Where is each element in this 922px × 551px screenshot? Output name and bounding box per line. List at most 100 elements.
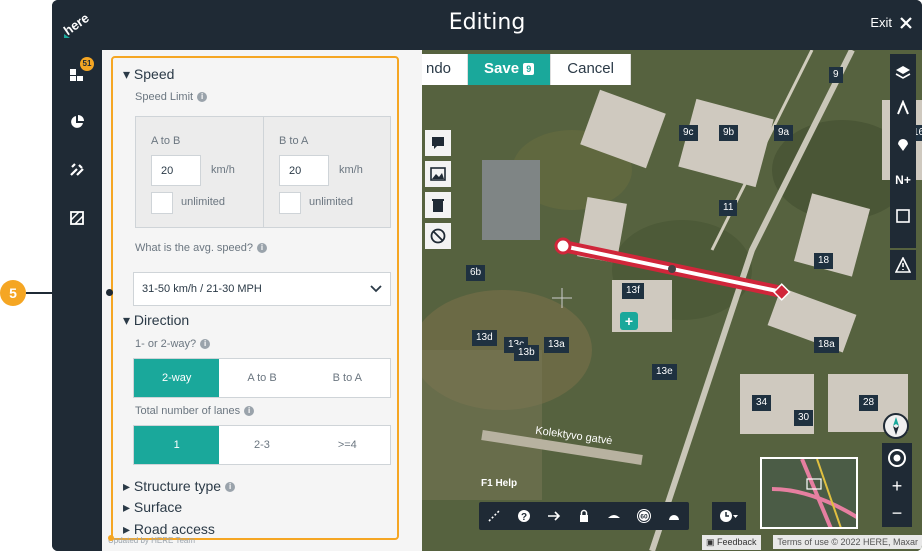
- zoom-out-button[interactable]: −: [882, 500, 912, 527]
- map-view[interactable]: 9 16a 9c 9b 9a 16 11 18 13f 13d 13c 13b …: [422, 50, 922, 551]
- info-icon: i: [257, 243, 268, 254]
- pie-chart-icon[interactable]: [69, 114, 85, 130]
- layers-button[interactable]: [890, 54, 916, 90]
- save-button[interactable]: Save 9: [468, 54, 552, 85]
- house-number: 9c: [679, 125, 698, 141]
- lanes-option-4-plus[interactable]: >=4: [305, 426, 390, 464]
- house-number: 6b: [466, 265, 486, 281]
- lock-button[interactable]: [569, 502, 599, 530]
- house-number: 9b: [719, 125, 739, 141]
- add-road-button[interactable]: [890, 90, 916, 126]
- select-area-button[interactable]: [890, 198, 916, 234]
- tools-icon[interactable]: [69, 162, 85, 178]
- speedometer-icon: [669, 515, 679, 520]
- direction-option-b-to-a[interactable]: B to A: [305, 359, 390, 397]
- direction-option-a-to-b[interactable]: A to B: [219, 359, 304, 397]
- compass-button[interactable]: [883, 413, 909, 439]
- a-to-b-unit: km/h: [211, 164, 235, 176]
- imagery-button[interactable]: [425, 161, 451, 187]
- a-to-b-unlimited-checkbox[interactable]: [151, 192, 173, 214]
- house-number: 18a: [814, 337, 839, 353]
- b-to-a-unit: km/h: [339, 164, 363, 176]
- house-number: 13e: [652, 364, 677, 380]
- b-to-a-speed-input[interactable]: 20: [279, 155, 329, 186]
- lanes-option-2-3[interactable]: 2-3: [219, 426, 304, 464]
- map-area-icon[interactable]: [69, 210, 85, 226]
- house-number: 11: [719, 200, 738, 216]
- add-address-button[interactable]: N+: [890, 162, 916, 198]
- comment-button[interactable]: [425, 130, 451, 156]
- road-add-icon: [897, 100, 909, 115]
- layers-icon: [895, 66, 911, 79]
- exit-label: Exit: [870, 15, 892, 30]
- speed-limit-label: Speed Limit i: [135, 91, 208, 103]
- b-to-a-unlimited-checkbox[interactable]: [279, 192, 301, 214]
- zoom-in-button[interactable]: +: [882, 473, 912, 500]
- divider: [263, 116, 264, 228]
- speedometer-button[interactable]: [659, 502, 689, 530]
- zoom-control: + −: [882, 473, 912, 527]
- edit-action-bar: ndo Save 9 Cancel: [422, 54, 631, 85]
- updated-by-text: Updated by HERE Team: [108, 536, 196, 545]
- undo-button[interactable]: ndo: [422, 54, 469, 85]
- history-dropdown[interactable]: [712, 502, 746, 530]
- add-place-button[interactable]: [890, 126, 916, 162]
- direction-option-2-way[interactable]: 2-way: [134, 359, 220, 397]
- house-number: 9: [829, 67, 843, 83]
- attribute-panel: ▾ Speed Speed Limit i A to B B to A 20 km…: [102, 50, 472, 551]
- speed-limit-button[interactable]: 60: [629, 502, 659, 530]
- no-turn-icon: [430, 228, 446, 244]
- feedback-icon: ▣: [706, 537, 715, 547]
- compass-icon: [893, 417, 899, 435]
- way-label: 1- or 2-way? i: [135, 338, 211, 350]
- bridge-button[interactable]: [599, 502, 629, 530]
- poi-hospital-icon[interactable]: +: [620, 312, 638, 330]
- feedback-button[interactable]: ▣ Feedback: [702, 535, 761, 550]
- restriction-button[interactable]: [425, 223, 451, 249]
- svg-text:60: 60: [640, 514, 648, 521]
- speed-limit-sign-icon: 60: [637, 509, 651, 523]
- direction-segmented-control: 2-way A to B B to A: [133, 358, 391, 398]
- lanes-option-1[interactable]: 1: [134, 426, 220, 464]
- house-number: 18: [814, 253, 834, 269]
- question-button[interactable]: ?: [509, 502, 539, 530]
- a-to-b-unlimited-label: unlimited: [181, 196, 226, 208]
- terms-of-use-link[interactable]: Terms of use © 2022 HERE, Maxar: [773, 535, 922, 549]
- locate-button[interactable]: [882, 443, 912, 473]
- a-to-b-speed-input[interactable]: 20: [151, 155, 201, 186]
- house-number: 13a: [544, 337, 569, 353]
- overview-minimap[interactable]: [760, 457, 858, 529]
- lock-icon: [580, 509, 588, 522]
- save-count-badge: 9: [523, 63, 535, 76]
- chat-icon: [432, 137, 444, 149]
- trash-icon: [432, 199, 444, 212]
- surface-section[interactable]: ▸ Surface: [123, 499, 182, 516]
- svg-text:?: ?: [521, 512, 527, 523]
- warning-button[interactable]: [890, 250, 916, 280]
- direction-section-header[interactable]: ▾ Direction: [123, 312, 189, 329]
- info-icon: i: [244, 406, 255, 417]
- exit-button[interactable]: Exit: [870, 15, 912, 30]
- map-right-toolbar: N+: [890, 54, 916, 248]
- house-number: 28: [859, 395, 879, 411]
- close-icon: [900, 16, 912, 29]
- area-select-icon: [896, 209, 910, 223]
- structure-type-section[interactable]: ▸ Structure type i: [123, 478, 236, 495]
- house-number: 13b: [514, 345, 539, 361]
- a-to-b-label: A to B: [151, 135, 181, 147]
- info-icon: i: [225, 482, 236, 493]
- cancel-button[interactable]: Cancel: [551, 54, 631, 85]
- house-number: 34: [752, 395, 772, 411]
- house-number: 13f: [622, 283, 644, 299]
- lanes-label: Total number of lanes i: [135, 405, 255, 417]
- speed-section-header[interactable]: ▾ Speed: [123, 66, 174, 83]
- info-icon: i: [200, 339, 211, 350]
- direction-button[interactable]: [539, 502, 569, 530]
- draw-road-button[interactable]: [479, 502, 509, 530]
- clock-icon: [720, 510, 738, 522]
- title-bar: here Editing Exit: [52, 0, 922, 50]
- avg-speed-select[interactable]: 31-50 km/h / 21-30 MPH: [133, 272, 391, 306]
- delete-button[interactable]: [425, 192, 451, 218]
- map-bottom-toolbar: ? 60: [479, 502, 689, 530]
- map-left-toolbar: [425, 130, 451, 254]
